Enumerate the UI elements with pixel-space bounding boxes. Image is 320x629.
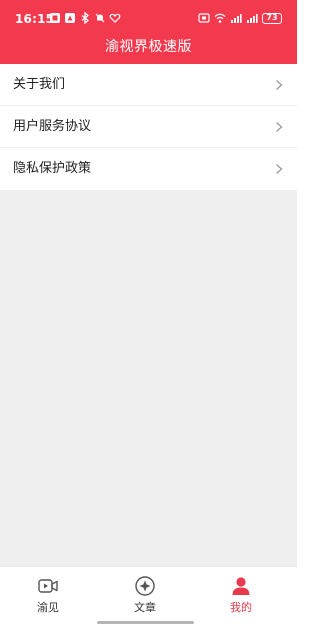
tab-label: 我的 [230, 601, 252, 614]
tab-mine[interactable]: 我的 [206, 571, 276, 615]
status-bar: 16:15 73 [0, 0, 297, 32]
notification-app-icon [50, 13, 60, 23]
app-screen: 16:15 73 渝视界极速版 关于我们 用户服务协议 隐私保护政策 渝见 文章… [0, 0, 297, 629]
chevron-right-icon [276, 122, 283, 132]
tab-label: 渝见 [37, 601, 59, 614]
battery-icon: 73 [262, 12, 282, 24]
tab-articles[interactable]: 文章 [110, 571, 180, 615]
person-icon [232, 577, 250, 595]
chevron-right-icon [276, 164, 283, 174]
bottom-tab-bar: 渝见 文章 我的 [0, 566, 297, 629]
battery-level: 73 [266, 13, 278, 22]
page-title: 渝视界极速版 [105, 39, 192, 55]
settings-menu: 关于我们 用户服务协议 隐私保护政策 [0, 64, 297, 190]
notification-icons [49, 11, 121, 25]
system-status-icons: 73 [198, 10, 282, 26]
tab-yujian[interactable]: 渝见 [13, 571, 83, 615]
home-indicator[interactable] [97, 621, 194, 624]
content-background [0, 190, 297, 566]
signal-icon [231, 14, 242, 23]
menu-item-user-agreement[interactable]: 用户服务协议 [0, 106, 297, 148]
notification-app-icon-2 [65, 13, 75, 23]
compass-icon [135, 576, 155, 596]
menu-item-label: 用户服务协议 [13, 118, 92, 134]
menu-item-privacy-policy[interactable]: 隐私保护政策 [0, 148, 297, 190]
signal-icon-2 [247, 14, 258, 23]
app-header: 16:15 73 渝视界极速版 [0, 0, 297, 64]
chevron-right-icon [276, 80, 283, 90]
menu-item-label: 关于我们 [13, 76, 66, 92]
tab-label: 文章 [134, 601, 156, 614]
menu-item-label: 隐私保护政策 [13, 161, 92, 176]
nfc-icon [198, 13, 210, 23]
menu-item-about-us[interactable]: 关于我们 [0, 64, 297, 106]
wifi-icon [214, 13, 226, 23]
bluetooth-icon [81, 12, 90, 24]
heart-icon [109, 13, 121, 23]
mute-bell-icon [95, 13, 105, 23]
video-icon [38, 579, 58, 593]
